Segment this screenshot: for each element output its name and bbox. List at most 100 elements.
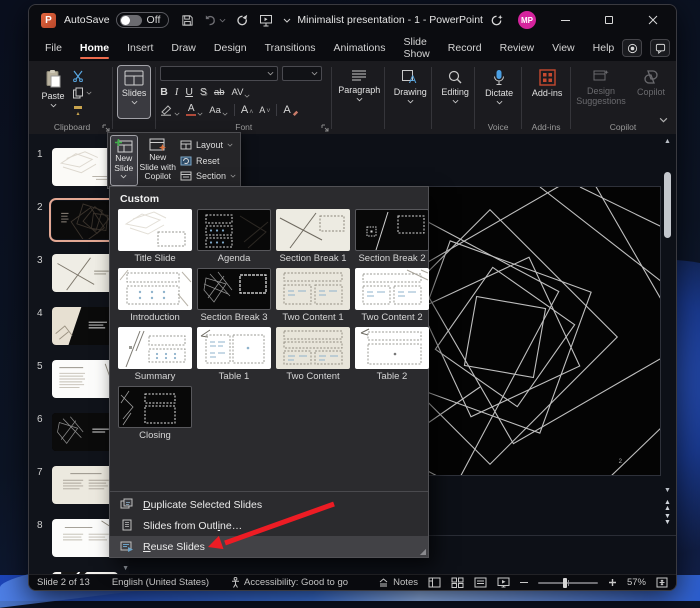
font-dialog-launcher[interactable] [321,124,329,132]
accessibility-status[interactable]: Accessibility: Good to go [231,577,348,588]
previous-slide-button[interactable]: ▲▲ [664,500,671,511]
scroll-down-icon[interactable]: ▼ [662,487,673,494]
next-slide-button[interactable]: ▼▼ [664,514,671,525]
minimize-button[interactable] [550,9,580,31]
slides-button[interactable]: Slides [117,65,151,119]
italic-button[interactable]: I [175,87,179,98]
layout-grid: Title SlideAgendaSection Break 1Section … [110,207,428,441]
layout-option-section-break-1[interactable]: Section Break 1 [276,209,350,264]
menu-tab-record[interactable]: Record [440,38,490,58]
layout-option-two-content[interactable]: Two Content [276,327,350,382]
canvas-scrollbar[interactable]: ▲ ▼ [662,138,673,494]
customize-qat-chevron-icon[interactable] [283,18,291,23]
dictate-button[interactable]: Dictate [479,65,519,105]
slide-counter[interactable]: Slide 2 of 13 [37,577,90,588]
menu-tab-help[interactable]: Help [585,38,623,58]
menu-item-duplicate-selected-slides[interactable]: Duplicate Selected Slides [110,494,428,515]
section-button[interactable]: Section [180,169,236,183]
zoom-slider-thumb[interactable] [563,578,567,588]
clipboard-dialog-launcher[interactable] [102,124,110,132]
layout-button[interactable]: Layout [180,138,236,152]
resize-grip-icon[interactable]: ◢ [420,548,426,556]
zoom-slider[interactable] [538,582,598,584]
layout-option-two-content-1[interactable]: Two Content 1 [276,268,350,323]
text-shadow-button[interactable]: S [200,86,207,98]
font-name-combo[interactable] [160,66,278,81]
account-avatar[interactable]: MP [518,11,536,29]
new-slide-with-copilot-button[interactable]: New Slide with Copilot [140,135,176,186]
undo-button[interactable] [204,14,226,26]
paragraph-button[interactable]: Paragraph [336,65,382,102]
clear-formatting-button[interactable]: A [283,104,298,116]
copilot-badge-icon[interactable] [489,13,504,28]
character-spacing-button[interactable]: AV [232,87,251,98]
menu-item-slides-from-outline[interactable]: Slides from Outline… [110,515,428,536]
increase-font-size-button[interactable]: A˄ [241,104,253,116]
decrease-font-size-button[interactable]: A˅ [259,105,270,115]
menu-tab-insert[interactable]: Insert [119,38,161,58]
close-button[interactable] [638,9,668,31]
comments-button[interactable] [650,39,670,57]
design-suggestions-button[interactable]: Design Suggestions [575,65,627,107]
layout-option-two-content-2[interactable]: Two Content 2 [355,268,429,323]
layout-option-table-2[interactable]: Table 2 [355,327,429,382]
reset-button[interactable]: Reset [180,154,236,168]
menu-tab-animations[interactable]: Animations [326,38,394,58]
copy-button[interactable] [72,86,92,99]
underline-button[interactable]: U [185,86,193,98]
cut-button[interactable] [72,69,92,82]
reading-view-button[interactable] [474,577,487,588]
format-painter-button[interactable] [72,103,92,116]
editing-button[interactable]: Editing [436,65,474,104]
start-slideshow-button[interactable] [259,14,273,27]
layout-option-section-break-2[interactable]: Section Break 2 [355,209,429,264]
fit-to-window-button[interactable] [656,577,668,588]
collapse-ribbon-button[interactable] [659,110,668,128]
toggle-track [120,15,142,26]
layout-option-agenda[interactable]: Agenda [197,209,271,264]
panel-scroll-down-icon[interactable]: ▼ [122,565,129,572]
slide-sorter-view-button[interactable] [451,577,464,588]
zoom-in-button[interactable] [608,578,617,587]
highlight-color-button[interactable] [160,104,180,116]
drawing-button[interactable]: A Drawing [389,65,431,104]
zoom-level[interactable]: 57% [627,577,646,588]
layout-option-summary[interactable]: Summary [118,327,192,382]
menu-tab-file[interactable]: File [37,38,70,58]
slideshow-view-button[interactable] [497,577,510,588]
menu-tab-home[interactable]: Home [72,38,117,58]
redo-button[interactable] [236,14,249,27]
layout-option-closing[interactable]: Closing [118,386,192,441]
normal-view-button[interactable] [428,577,441,588]
addins-button[interactable]: Add-ins [526,65,568,98]
menu-tab-review[interactable]: Review [492,38,542,58]
layout-option-section-break-3[interactable]: Section Break 3 [197,268,271,323]
autosave-toggle[interactable]: Off [116,12,170,28]
scrollbar-thumb[interactable] [664,172,671,238]
paste-button[interactable]: Paste [36,65,70,120]
zoom-out-button[interactable] [520,582,528,584]
menu-item-reuse-slides[interactable]: Reuse Slides [110,536,428,557]
menu-tab-slide-show[interactable]: Slide Show [396,32,438,64]
change-case-button[interactable]: Aa [209,105,228,116]
scroll-up-icon[interactable]: ▲ [662,138,673,145]
font-size-combo[interactable] [282,66,322,81]
bold-button[interactable]: B [160,86,168,98]
new-slide-button[interactable]: New Slide [110,135,138,186]
maximize-button[interactable] [594,9,624,31]
layout-option-title-slide[interactable]: Title Slide [118,209,192,264]
language-status[interactable]: English (United States) [112,577,209,588]
menu-tab-draw[interactable]: Draw [163,38,204,58]
menu-tab-transitions[interactable]: Transitions [257,38,324,58]
menu-tab-design[interactable]: Design [206,38,255,58]
layout-option-table-1[interactable]: Table 1 [197,327,271,382]
notes-button[interactable]: Notes [378,577,418,588]
font-color-button[interactable]: A [186,104,203,116]
layout-option-introduction[interactable]: Introduction [118,268,192,323]
save-button[interactable] [181,14,194,27]
menu-tab-view[interactable]: View [544,38,583,58]
copilot-button[interactable]: Copilot [631,65,671,107]
strikethrough-button[interactable]: ab [214,87,225,98]
editing-label: Editing [441,87,469,97]
record-button[interactable] [622,39,642,57]
